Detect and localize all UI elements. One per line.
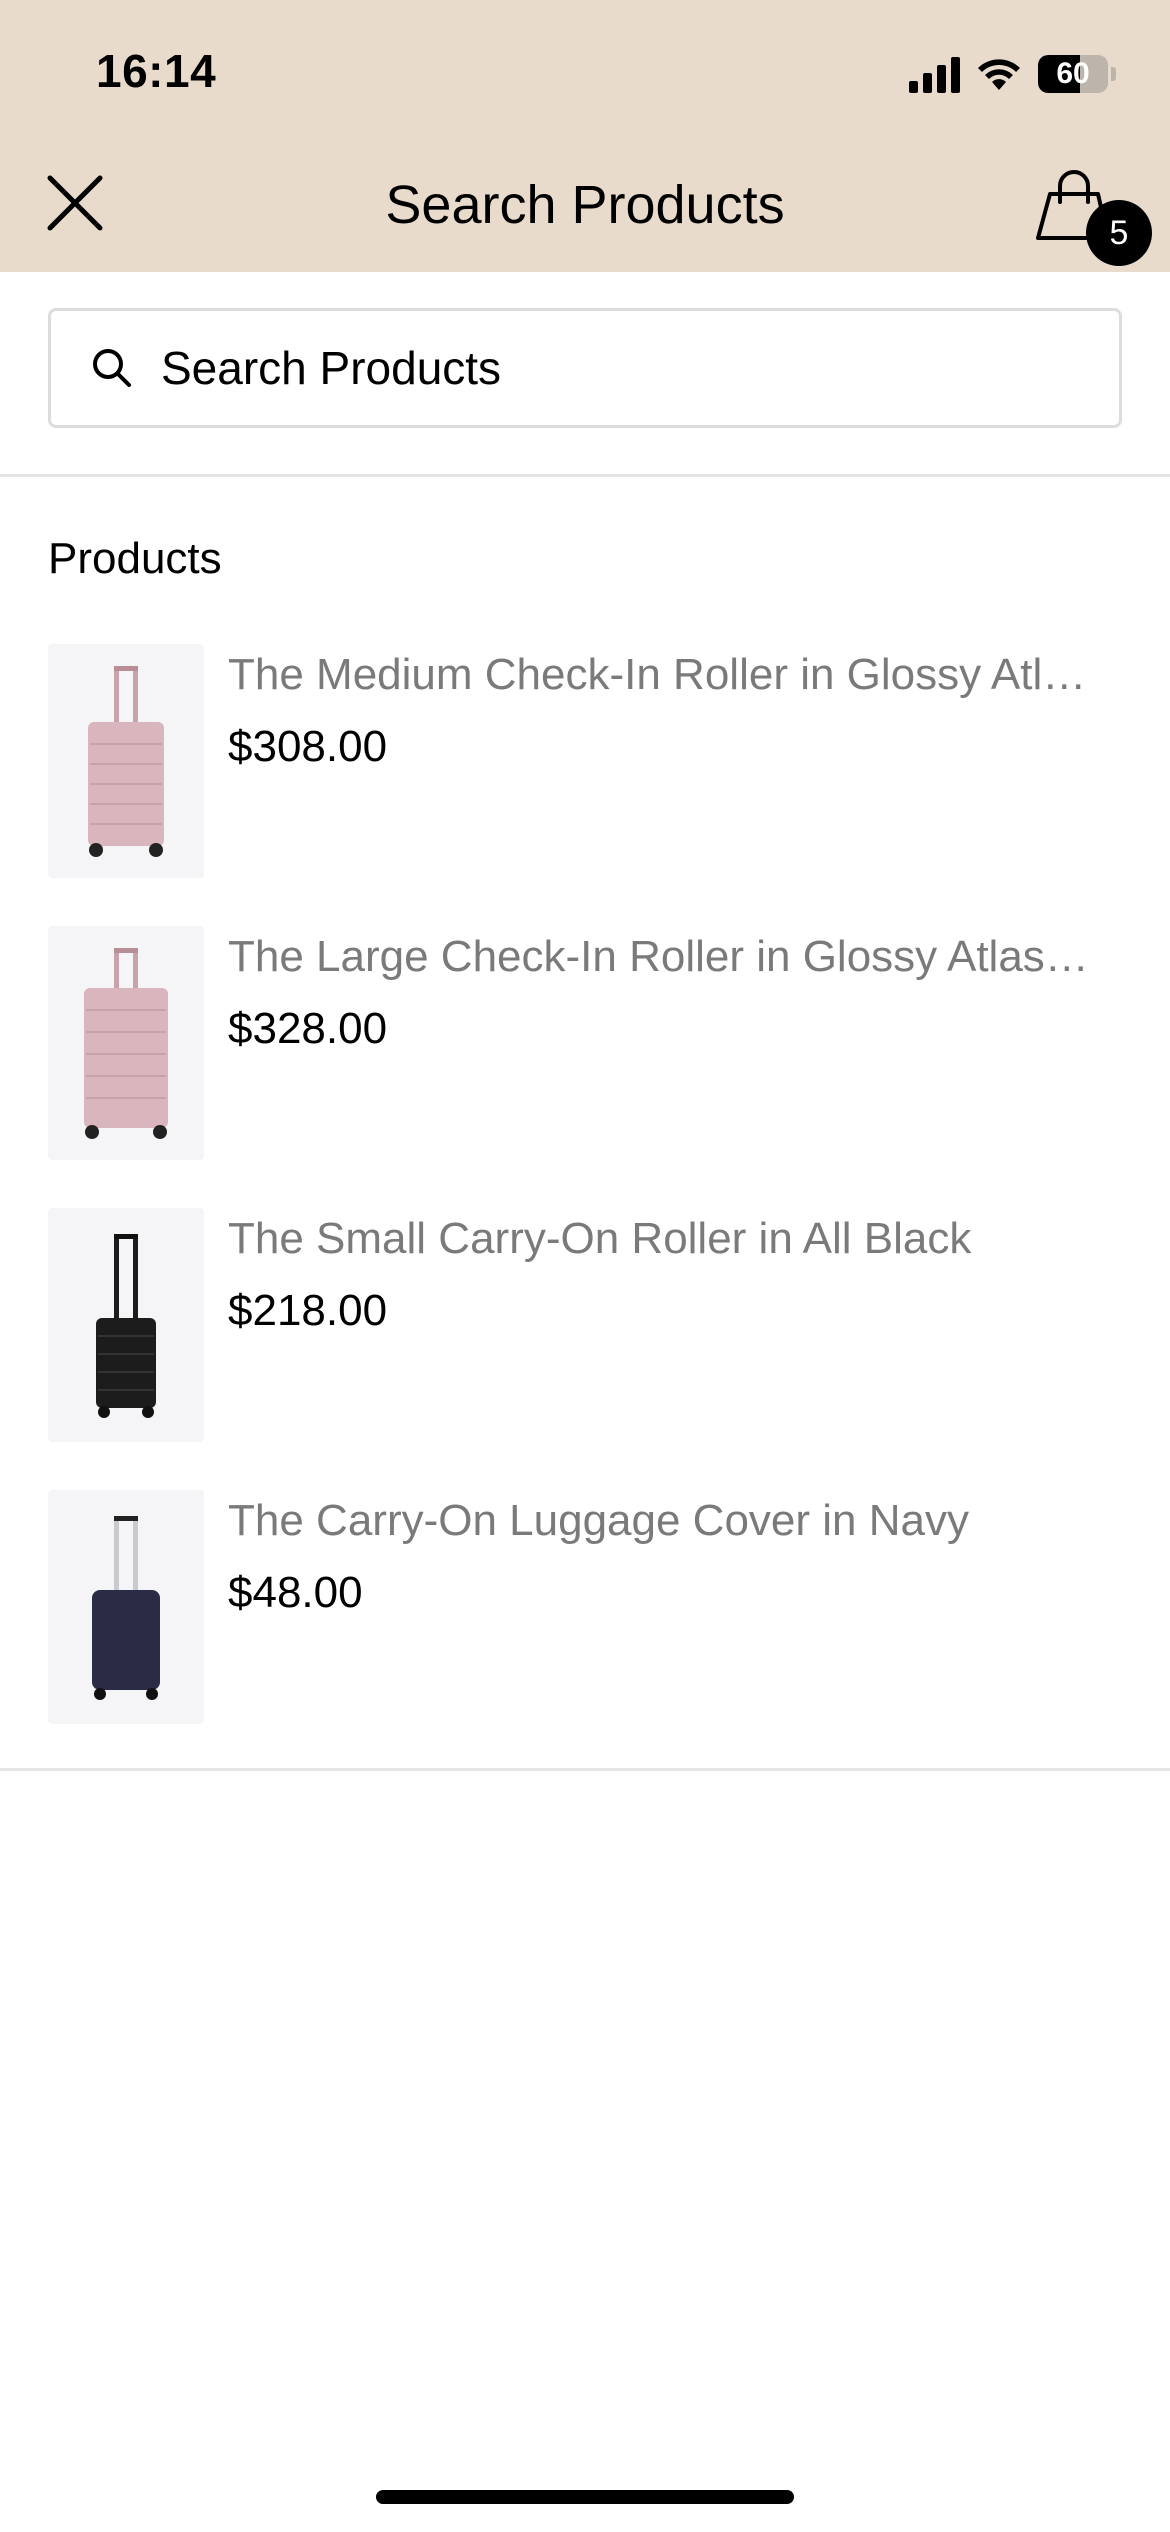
battery-percent: 60 — [1056, 57, 1090, 90]
product-thumbnail — [48, 1208, 204, 1442]
divider — [0, 1768, 1170, 1771]
product-item[interactable]: The Carry-On Luggage Cover in Navy $48.0… — [0, 1486, 1170, 1768]
product-thumbnail — [48, 1490, 204, 1724]
product-name[interactable]: The Small Carry-On Roller in All Black — [228, 1214, 1108, 1264]
search-box[interactable] — [48, 308, 1122, 428]
product-price: $218.00 — [228, 1286, 388, 1335]
page-title: Search Products — [385, 175, 785, 235]
home-indicator[interactable] — [376, 2490, 794, 2504]
product-price: $48.00 — [228, 1568, 363, 1617]
product-price: $308.00 — [228, 722, 388, 771]
status-icons: 60 — [909, 50, 1116, 98]
status-time: 16:14 — [96, 45, 217, 97]
product-price: $328.00 — [228, 1004, 388, 1053]
top-bar: 16:14 60 Search Products 5 — [0, 0, 1170, 272]
product-list: The Medium Check-In Roller in Glossy Atl… — [0, 640, 1170, 1768]
product-name[interactable]: The Medium Check-In Roller in Glossy Atl… — [228, 650, 1108, 700]
product-item[interactable]: The Medium Check-In Roller in Glossy Atl… — [0, 640, 1170, 922]
black-suitcase-icon — [96, 1234, 156, 1418]
cellular-signal-icon — [909, 55, 960, 93]
product-item[interactable]: The Large Check-In Roller in Glossy Atla… — [0, 922, 1170, 1204]
cart-count-badge[interactable]: 5 — [1086, 200, 1152, 266]
divider — [0, 474, 1170, 477]
product-thumbnail — [48, 926, 204, 1160]
battery-icon: 60 — [1038, 55, 1108, 93]
pink-suitcase-icon — [88, 666, 164, 857]
search-icon — [93, 349, 131, 387]
product-name[interactable]: The Large Check-In Roller in Glossy Atla… — [228, 932, 1108, 982]
search-input[interactable] — [161, 341, 1061, 395]
product-item[interactable]: The Small Carry-On Roller in All Black $… — [0, 1204, 1170, 1486]
navy-suitcase-icon — [92, 1516, 160, 1700]
product-thumbnail — [48, 644, 204, 878]
wifi-icon — [978, 59, 1020, 90]
pink-suitcase-icon — [84, 948, 168, 1139]
section-title: Products — [48, 534, 222, 583]
product-name[interactable]: The Carry-On Luggage Cover in Navy — [228, 1496, 1108, 1546]
